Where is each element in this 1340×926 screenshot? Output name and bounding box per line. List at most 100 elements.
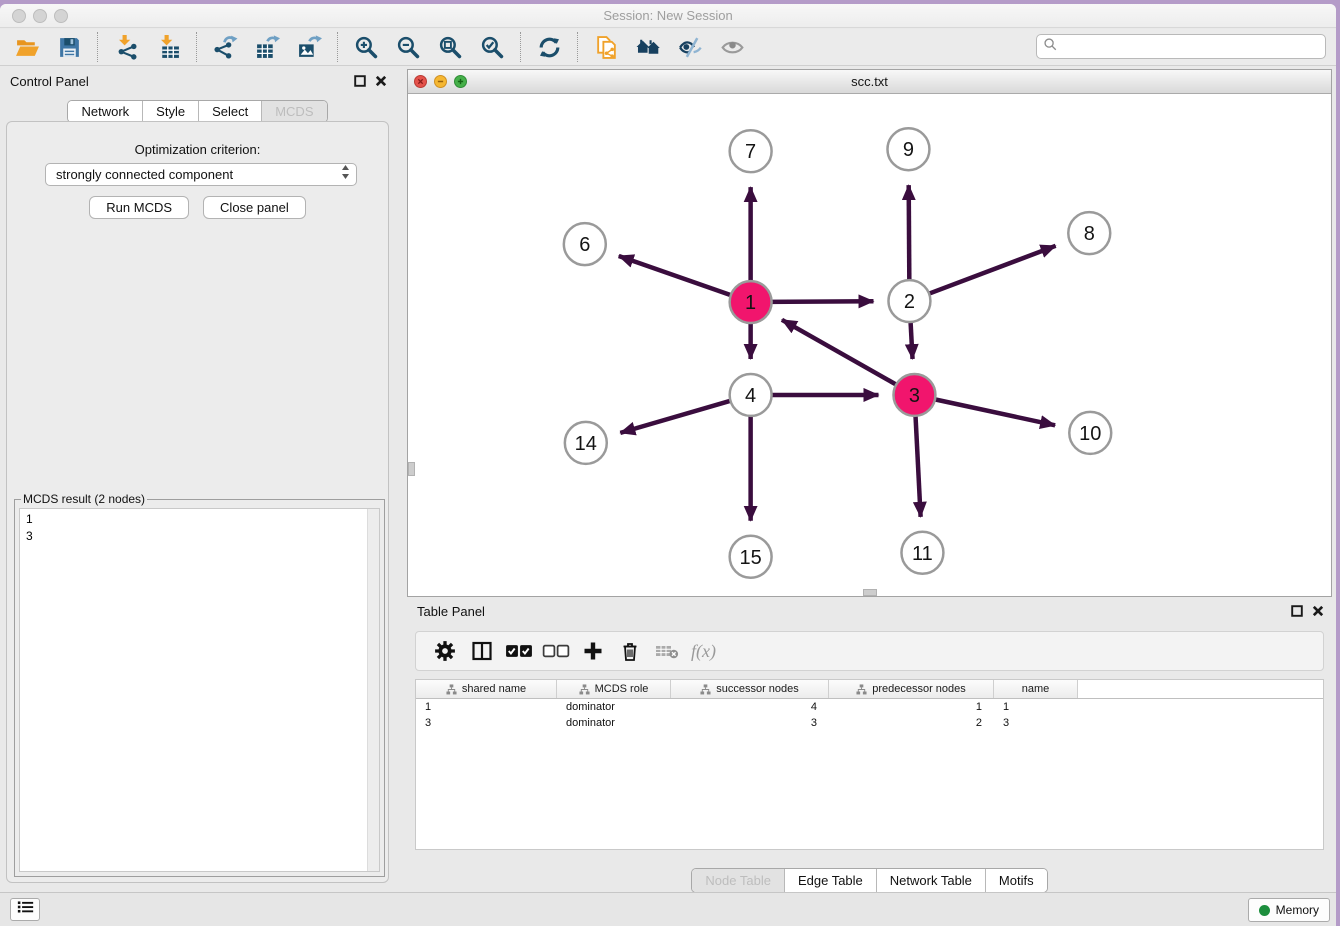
zoom-out-icon[interactable] xyxy=(391,32,425,62)
graph-edge-2-9[interactable] xyxy=(909,185,910,283)
search-input[interactable] xyxy=(1062,40,1319,54)
trash-icon[interactable] xyxy=(611,635,648,667)
table-cell[interactable]: dominator xyxy=(557,715,671,731)
column-header-MCDS-role[interactable]: MCDS role xyxy=(557,680,671,698)
table-tab-node-table[interactable]: Node Table xyxy=(692,869,784,892)
table-row[interactable]: 1dominator411 xyxy=(416,699,1323,715)
hierarchy-icon xyxy=(856,684,867,695)
save-icon[interactable] xyxy=(52,32,86,62)
network-window-titlebar[interactable]: scc.txt xyxy=(408,70,1331,94)
table-cell[interactable]: 1 xyxy=(416,699,557,715)
tab-style[interactable]: Style xyxy=(142,101,198,122)
task-history-button[interactable] xyxy=(10,898,40,921)
import-network-icon[interactable] xyxy=(109,32,143,62)
graph-edge-1-6[interactable] xyxy=(619,256,734,296)
table-tab-edge-table[interactable]: Edge Table xyxy=(784,869,876,892)
tab-mcds[interactable]: MCDS xyxy=(261,101,326,122)
table-tab-network-table[interactable]: Network Table xyxy=(876,869,985,892)
table-tab-motifs[interactable]: Motifs xyxy=(985,869,1047,892)
graph-node-15[interactable]: 15 xyxy=(730,536,772,578)
graph-edge-3-1[interactable] xyxy=(782,320,899,386)
table-cell[interactable]: dominator xyxy=(557,699,671,715)
hide-eye-icon[interactable] xyxy=(673,32,707,62)
toolbar-separator xyxy=(577,32,578,62)
graph-node-2[interactable]: 2 xyxy=(888,280,930,322)
maximize-window-button[interactable] xyxy=(54,9,68,23)
clone-network-icon[interactable] xyxy=(589,32,623,62)
add-plus-icon[interactable] xyxy=(574,635,611,667)
export-network-icon[interactable] xyxy=(208,32,242,62)
graph-node-11[interactable]: 11 xyxy=(901,532,943,574)
minimize-window-button[interactable] xyxy=(33,9,47,23)
columns-icon[interactable] xyxy=(463,635,500,667)
graph-node-7[interactable]: 7 xyxy=(730,130,772,172)
graph-edge-2-8[interactable] xyxy=(926,246,1055,295)
table-cell[interactable]: 4 xyxy=(671,699,829,715)
criterion-select[interactable]: strongly connected component xyxy=(45,163,357,186)
horizontal-scroll-thumb[interactable] xyxy=(863,589,877,596)
graph-node-14[interactable]: 14 xyxy=(565,422,607,464)
toolbar-separator xyxy=(97,32,98,62)
table-row[interactable]: 3dominator323 xyxy=(416,715,1323,731)
column-header-predecessor-nodes[interactable]: predecessor nodes xyxy=(829,680,994,698)
graph-node-6[interactable]: 6 xyxy=(564,223,606,265)
deselect-squares-icon[interactable] xyxy=(537,635,574,667)
export-table-icon[interactable] xyxy=(250,32,284,62)
graph-edge-3-10[interactable] xyxy=(932,399,1055,426)
open-icon[interactable] xyxy=(10,32,44,62)
graph-node-10[interactable]: 10 xyxy=(1069,412,1111,454)
node-table: shared name MCDS role successor nodesprede… xyxy=(415,679,1324,850)
tab-network[interactable]: Network xyxy=(68,101,142,122)
graph-edge-1-2[interactable] xyxy=(769,301,874,302)
gear-icon[interactable] xyxy=(426,635,463,667)
table-cell[interactable]: 1 xyxy=(829,699,994,715)
export-image-icon[interactable] xyxy=(292,32,326,62)
close-window-button[interactable] xyxy=(12,9,26,23)
table-cell[interactable]: 3 xyxy=(994,715,1078,731)
select-all-checks-icon[interactable] xyxy=(500,635,537,667)
tab-select[interactable]: Select xyxy=(198,101,261,122)
network-maximize-button[interactable] xyxy=(454,75,467,88)
graph-node-3[interactable]: 3 xyxy=(893,374,935,416)
column-header-successor-nodes[interactable]: successor nodes xyxy=(671,680,829,698)
table-toolbar: f(x) xyxy=(415,631,1324,671)
svg-text:15: 15 xyxy=(740,547,762,569)
float-table-panel-icon[interactable] xyxy=(1291,605,1303,617)
memory-button[interactable]: Memory xyxy=(1248,898,1330,922)
graph-node-1[interactable]: 1 xyxy=(730,281,772,323)
mcds-result-text[interactable]: 13 xyxy=(19,508,380,872)
graph-edge-3-11[interactable] xyxy=(915,413,920,517)
houses-icon[interactable] xyxy=(631,32,665,62)
graph-node-8[interactable]: 8 xyxy=(1068,212,1110,254)
table-cell[interactable]: 1 xyxy=(994,699,1078,715)
column-header-shared-name[interactable]: shared name xyxy=(416,680,557,698)
show-eye-icon[interactable] xyxy=(715,32,749,62)
graph-edge-4-14[interactable] xyxy=(620,400,733,433)
graph-node-9[interactable]: 9 xyxy=(887,128,929,170)
zoom-fit-icon[interactable] xyxy=(433,32,467,62)
refresh-icon[interactable] xyxy=(532,32,566,62)
vertical-scroll-thumb[interactable] xyxy=(408,462,415,476)
memory-status-dot xyxy=(1259,905,1270,916)
result-scrollbar[interactable] xyxy=(367,509,379,871)
graph-node-4[interactable]: 4 xyxy=(730,374,772,416)
network-minimize-button[interactable] xyxy=(434,75,447,88)
column-header-name[interactable]: name xyxy=(994,680,1078,698)
run-mcds-button[interactable]: Run MCDS xyxy=(89,196,189,219)
import-table-icon[interactable] xyxy=(151,32,185,62)
table-cell[interactable]: 3 xyxy=(671,715,829,731)
zoom-selected-icon[interactable] xyxy=(475,32,509,62)
table-cell[interactable]: 3 xyxy=(416,715,557,731)
close-panel-button[interactable]: Close panel xyxy=(203,196,306,219)
network-canvas[interactable]: 7 9 6 8 1 2 4 3 14 10 15 11 xyxy=(408,94,1331,596)
zoom-in-icon[interactable] xyxy=(349,32,383,62)
close-panel-icon[interactable] xyxy=(375,75,387,87)
network-close-button[interactable] xyxy=(414,75,427,88)
graph-edge-2-3[interactable] xyxy=(910,319,912,359)
column-label: MCDS role xyxy=(595,683,649,695)
float-panel-icon[interactable] xyxy=(354,75,366,87)
search-box[interactable] xyxy=(1036,34,1326,59)
close-table-panel-icon[interactable] xyxy=(1312,605,1324,617)
svg-text:14: 14 xyxy=(575,433,597,455)
table-cell[interactable]: 2 xyxy=(829,715,994,731)
